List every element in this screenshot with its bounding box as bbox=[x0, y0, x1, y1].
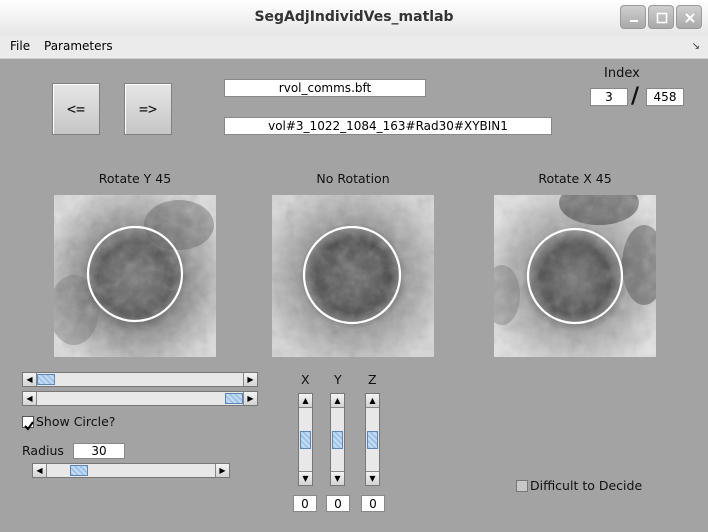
radius-slider[interactable]: ◀ ▶ bbox=[32, 463, 230, 478]
slider-thumb[interactable] bbox=[225, 393, 243, 404]
z-slider[interactable]: ▲ ▼ bbox=[365, 393, 380, 486]
image-no-rotation bbox=[272, 195, 434, 357]
filename-field[interactable]: rvol_comms.bft bbox=[224, 79, 426, 97]
window-title: SegAdjIndividVes_matlab bbox=[254, 9, 454, 25]
slider-up-arrow-icon[interactable]: ▲ bbox=[366, 394, 379, 408]
index-label: Index bbox=[604, 66, 640, 81]
dock-arrow-icon[interactable]: ↘ bbox=[692, 41, 700, 52]
image-rotate-y bbox=[54, 195, 216, 357]
show-circle-checkbox[interactable] bbox=[22, 416, 34, 431]
minimize-icon bbox=[630, 20, 638, 22]
close-button[interactable] bbox=[676, 5, 702, 29]
slider-down-arrow-icon[interactable]: ▼ bbox=[331, 471, 344, 485]
index-total-field: 458 bbox=[646, 88, 684, 106]
app-window: SegAdjIndividVes_matlab File Parameters … bbox=[0, 0, 708, 532]
y-axis-label: Y bbox=[334, 372, 342, 387]
rotation-slider-1[interactable]: ◀ ▶ bbox=[22, 372, 258, 387]
slider-right-arrow-icon[interactable]: ▶ bbox=[215, 464, 229, 477]
y-slider[interactable]: ▲ ▼ bbox=[330, 393, 345, 486]
menu-bar: File Parameters ↘ bbox=[0, 36, 708, 59]
view-label-rotate-y: Rotate Y 45 bbox=[98, 171, 172, 186]
menu-file[interactable]: File bbox=[10, 39, 30, 53]
maximize-icon bbox=[656, 12, 668, 24]
vesicle-id-field[interactable]: vol#3_1022_1084_163#Rad30#XYBIN1 bbox=[224, 117, 552, 135]
slider-left-arrow-icon[interactable]: ◀ bbox=[33, 464, 47, 477]
slider-thumb[interactable] bbox=[70, 465, 88, 476]
slider-right-arrow-icon[interactable]: ▶ bbox=[243, 392, 257, 405]
slider-thumb[interactable] bbox=[300, 431, 311, 449]
image-rotate-x bbox=[494, 195, 656, 357]
view-label-rotate-x: Rotate X 45 bbox=[538, 171, 612, 186]
difficult-checkbox[interactable] bbox=[516, 480, 528, 492]
radius-field[interactable]: 30 bbox=[73, 443, 125, 459]
z-axis-label: Z bbox=[368, 372, 377, 387]
x-value-field[interactable]: 0 bbox=[293, 495, 317, 512]
previous-button[interactable]: <= bbox=[52, 83, 100, 135]
slider-down-arrow-icon[interactable]: ▼ bbox=[366, 471, 379, 485]
y-value-field[interactable]: 0 bbox=[326, 495, 350, 512]
show-circle-label: Show Circle? bbox=[36, 414, 116, 429]
x-slider[interactable]: ▲ ▼ bbox=[298, 393, 313, 486]
slider-up-arrow-icon[interactable]: ▲ bbox=[299, 394, 312, 408]
z-value-field[interactable]: 0 bbox=[361, 495, 385, 512]
slider-thumb[interactable] bbox=[37, 374, 55, 385]
slider-left-arrow-icon[interactable]: ◀ bbox=[23, 392, 37, 405]
index-separator: / bbox=[631, 84, 640, 109]
title-bar[interactable]: SegAdjIndividVes_matlab bbox=[0, 0, 708, 37]
view-label-no-rotation: No Rotation bbox=[316, 171, 390, 186]
close-icon bbox=[685, 13, 695, 23]
minimize-button[interactable] bbox=[620, 5, 646, 29]
slider-thumb[interactable] bbox=[367, 431, 378, 449]
slider-down-arrow-icon[interactable]: ▼ bbox=[299, 471, 312, 485]
difficult-label: Difficult to Decide bbox=[530, 478, 643, 493]
x-axis-label: X bbox=[301, 372, 310, 387]
slider-right-arrow-icon[interactable]: ▶ bbox=[243, 373, 257, 386]
menu-parameters[interactable]: Parameters bbox=[44, 39, 113, 53]
maximize-button[interactable] bbox=[648, 5, 674, 29]
slider-thumb[interactable] bbox=[332, 431, 343, 449]
slider-up-arrow-icon[interactable]: ▲ bbox=[331, 394, 344, 408]
checkmark-icon bbox=[24, 421, 34, 431]
next-button[interactable]: => bbox=[124, 83, 172, 135]
slider-left-arrow-icon[interactable]: ◀ bbox=[23, 373, 37, 386]
rotation-slider-2[interactable]: ◀ ▶ bbox=[22, 391, 258, 406]
index-current-field[interactable]: 3 bbox=[590, 88, 628, 106]
radius-label: Radius bbox=[22, 443, 64, 458]
